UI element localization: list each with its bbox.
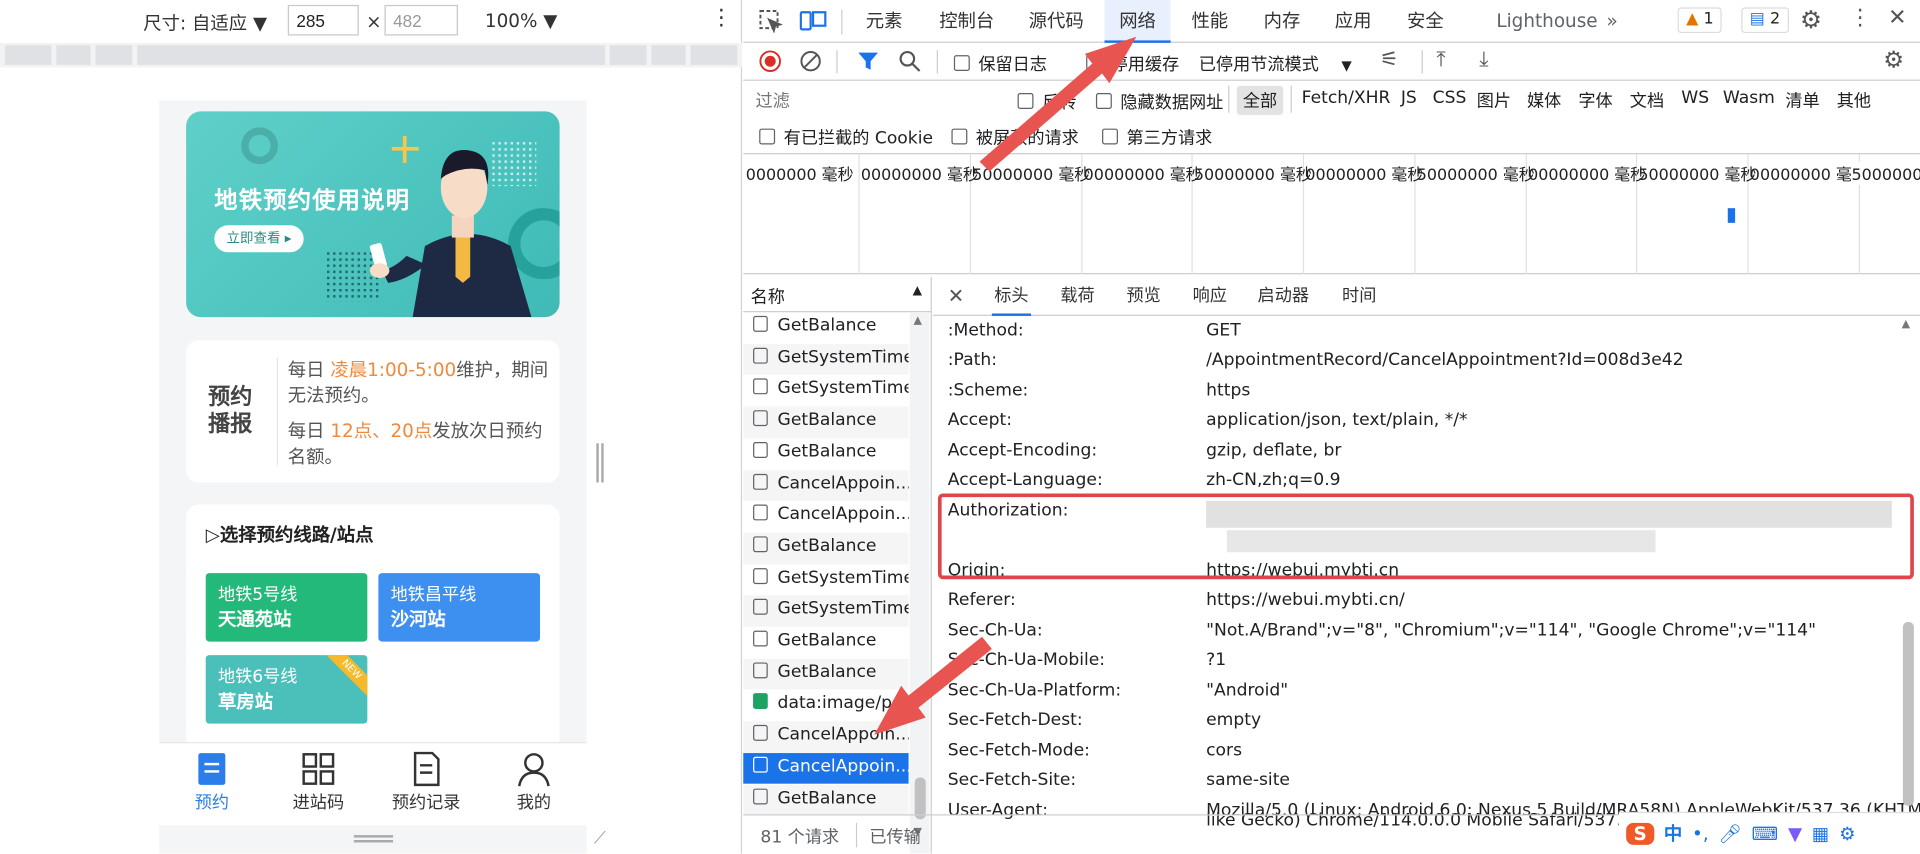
punctuation-icon[interactable]: •, [1692, 822, 1709, 844]
mic-icon[interactable]: 🎤︎ [1719, 822, 1742, 844]
arrow-to-selected-request [874, 636, 992, 735]
arrow-to-network-tab [979, 36, 1137, 172]
ime-settings-icon[interactable]: ⚙ [1839, 822, 1855, 844]
keyboard-icon[interactable]: ⌨ [1752, 822, 1779, 844]
screen: 尺寸: 自适应 ▼ × 100% ▼ ⋮ [0, 0, 1920, 854]
sogou-logo-icon[interactable]: S [1626, 822, 1655, 845]
toolbox-icon[interactable]: ▦ [1812, 822, 1829, 844]
annotation-arrows [874, 36, 1137, 735]
ime-toolbar: S 中 •, 🎤︎ ⌨ ▼ ▦ ⚙ [1618, 811, 1920, 854]
skin-icon[interactable]: ▼ [1788, 822, 1802, 844]
ime-mode[interactable]: 中 [1664, 820, 1682, 846]
